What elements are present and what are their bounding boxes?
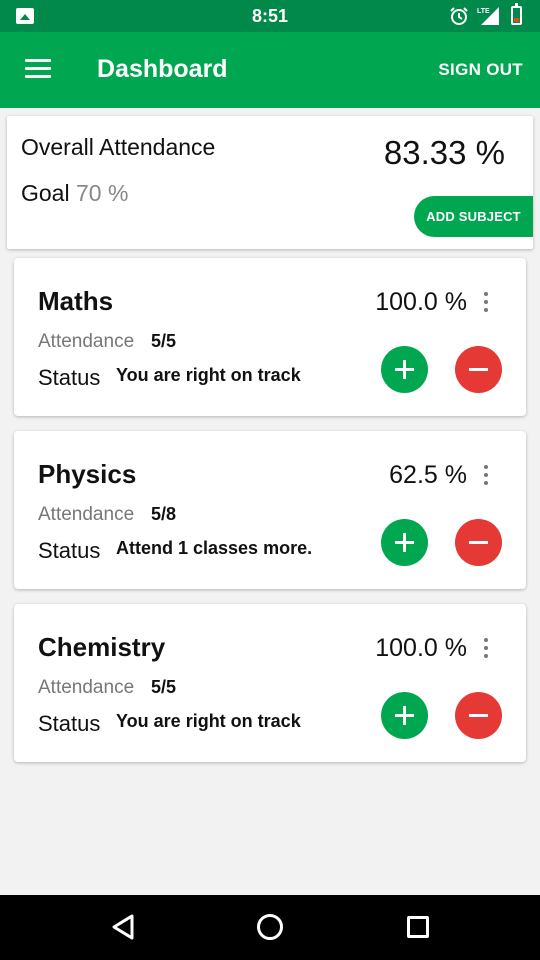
menu-icon[interactable] xyxy=(25,59,51,79)
goal-label: Goal xyxy=(21,180,70,206)
add-class-button[interactable] xyxy=(381,692,428,739)
add-class-button[interactable] xyxy=(381,346,428,393)
attendance-label: Attendance xyxy=(38,331,135,352)
alarm-icon xyxy=(450,7,468,25)
status-label: Status xyxy=(38,538,101,563)
status-value: You are right on track xyxy=(116,365,301,385)
network-label: LTE xyxy=(477,8,490,15)
status-label: Status xyxy=(38,365,101,390)
page-title: Dashboard xyxy=(97,55,228,83)
subject-name: Physics xyxy=(38,459,137,489)
remove-class-button[interactable] xyxy=(455,692,502,739)
subject-card-maths: Maths 100.0 % Attendance 5/5 Status You … xyxy=(14,258,526,416)
app-bar: Dashboard SIGN OUT xyxy=(0,32,540,108)
more-options-icon[interactable] xyxy=(483,465,489,487)
add-subject-button[interactable]: ADD SUBJECT xyxy=(414,196,533,237)
status-bar: 8:51 LTE xyxy=(0,0,540,32)
remove-class-button[interactable] xyxy=(455,519,502,566)
subject-card-physics: Physics 62.5 % Attendance 5/8 Status Att… xyxy=(14,431,526,589)
subject-card-chemistry: Chemistry 100.0 % Attendance 5/5 Status … xyxy=(14,604,526,762)
subject-name: Chemistry xyxy=(38,632,166,662)
attendance-value: 5/5 xyxy=(151,677,177,697)
home-icon[interactable] xyxy=(257,914,283,940)
more-options-icon[interactable] xyxy=(483,292,489,314)
status-value: You are right on track xyxy=(116,711,301,731)
attendance-value: 5/8 xyxy=(151,504,177,524)
signal-icon: LTE xyxy=(477,7,499,25)
status-value: Attend 1 classes more. xyxy=(116,538,313,558)
goal-value: 70 % xyxy=(75,180,129,206)
subject-percentage: 62.5 % xyxy=(389,461,467,489)
sign-out-button[interactable]: SIGN OUT xyxy=(438,60,523,80)
subject-name: Maths xyxy=(38,286,114,316)
more-options-icon[interactable] xyxy=(483,638,489,660)
attendance-value: 5/5 xyxy=(151,331,177,351)
recent-apps-icon[interactable] xyxy=(407,916,429,938)
remove-class-button[interactable] xyxy=(455,346,502,393)
subject-percentage: 100.0 % xyxy=(375,288,467,316)
overall-attendance-card: Overall Attendance 83.33 % Goal 70 % ADD… xyxy=(7,116,533,249)
attendance-label: Attendance xyxy=(38,504,135,525)
subject-percentage: 100.0 % xyxy=(375,634,467,662)
status-label: Status xyxy=(38,711,101,736)
goal-row: Goal 70 % xyxy=(21,180,128,207)
overall-attendance-value: 83.33 % xyxy=(383,134,505,171)
add-class-button[interactable] xyxy=(381,519,428,566)
system-navigation-bar xyxy=(0,895,540,960)
overall-attendance-title: Overall Attendance xyxy=(21,134,216,160)
attendance-label: Attendance xyxy=(38,677,135,698)
back-icon[interactable] xyxy=(110,913,136,941)
battery-icon xyxy=(511,3,522,25)
